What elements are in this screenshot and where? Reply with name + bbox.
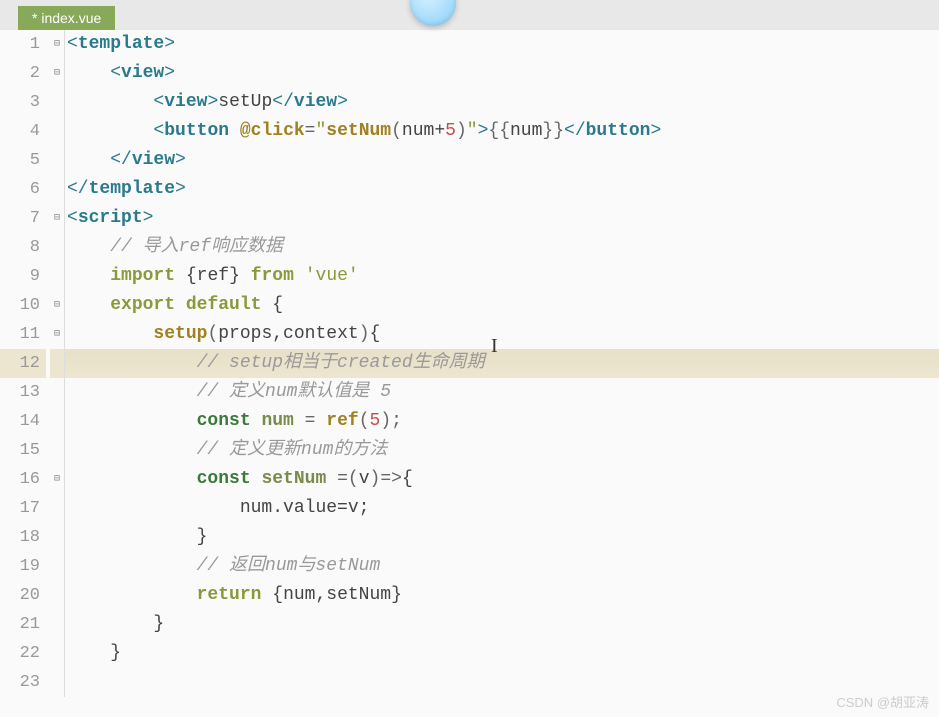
code-line: <view>setUp</view> bbox=[64, 88, 939, 117]
code-line: // 导入ref响应数据 bbox=[64, 233, 939, 262]
code-line: } bbox=[64, 610, 939, 639]
line-number: 20 bbox=[0, 581, 46, 610]
code-line: const num = ref(5); bbox=[64, 407, 939, 436]
line-number: 17 bbox=[0, 494, 46, 523]
fold-toggle-icon bbox=[50, 262, 64, 291]
code-line: const setNum =(v)=>{ bbox=[64, 465, 939, 494]
code-editor[interactable]: 1234567891011121314151617181920212223 ⊟⊟… bbox=[0, 30, 939, 717]
code-line: return {num,setNum} bbox=[64, 581, 939, 610]
code-area[interactable]: <template> <view> <view>setUp</view> <bu… bbox=[64, 30, 939, 717]
code-line: </view> bbox=[64, 146, 939, 175]
line-number: 21 bbox=[0, 610, 46, 639]
line-number: 19 bbox=[0, 552, 46, 581]
fold-toggle-icon bbox=[50, 552, 64, 581]
fold-toggle-icon bbox=[50, 117, 64, 146]
code-line: num.value=v; bbox=[64, 494, 939, 523]
code-line: // 定义num默认值是 5 bbox=[64, 378, 939, 407]
line-number: 8 bbox=[0, 233, 46, 262]
fold-toggle-icon bbox=[50, 88, 64, 117]
line-number: 13 bbox=[0, 378, 46, 407]
line-number: 10 bbox=[0, 291, 46, 320]
code-line: import {ref} from 'vue' bbox=[64, 262, 939, 291]
fold-toggle-icon[interactable]: ⊟ bbox=[50, 465, 64, 494]
fold-toggle-icon bbox=[50, 523, 64, 552]
line-number: 5 bbox=[0, 146, 46, 175]
fold-toggle-icon bbox=[50, 378, 64, 407]
fold-toggle-icon bbox=[50, 610, 64, 639]
fold-toggle-icon bbox=[50, 175, 64, 204]
line-number: 6 bbox=[0, 175, 46, 204]
fold-toggle-icon[interactable]: ⊟ bbox=[50, 320, 64, 349]
code-line: // 定义更新num的方法 bbox=[64, 436, 939, 465]
line-number: 12 bbox=[0, 349, 46, 378]
fold-column: ⊟⊟⊟⊟⊟⊟ bbox=[50, 30, 64, 717]
code-line: } bbox=[64, 523, 939, 552]
code-line: <button @click="setNum(num+5)">{{num}}</… bbox=[64, 117, 939, 146]
line-number: 23 bbox=[0, 668, 46, 697]
line-number: 4 bbox=[0, 117, 46, 146]
fold-toggle-icon bbox=[50, 668, 64, 697]
fold-toggle-icon bbox=[50, 436, 64, 465]
fold-toggle-icon[interactable]: ⊟ bbox=[50, 204, 64, 233]
fold-toggle-icon bbox=[50, 233, 64, 262]
code-line: <view> bbox=[64, 59, 939, 88]
code-line: <template> bbox=[64, 30, 939, 59]
fold-toggle-icon bbox=[50, 494, 64, 523]
file-tab[interactable]: * index.vue bbox=[18, 6, 115, 30]
tab-bar: * index.vue bbox=[0, 0, 939, 30]
line-number: 7 bbox=[0, 204, 46, 233]
line-number: 16 bbox=[0, 465, 46, 494]
code-line: setup(props,context){ bbox=[64, 320, 939, 349]
line-number: 11 bbox=[0, 320, 46, 349]
line-number: 1 bbox=[0, 30, 46, 59]
line-number: 18 bbox=[0, 523, 46, 552]
line-number: 3 bbox=[0, 88, 46, 117]
line-number: 15 bbox=[0, 436, 46, 465]
code-line: </template> bbox=[64, 175, 939, 204]
line-number: 14 bbox=[0, 407, 46, 436]
line-number: 9 bbox=[0, 262, 46, 291]
watermark: CSDN @胡亚涛 bbox=[836, 692, 929, 711]
fold-toggle-icon bbox=[50, 349, 64, 378]
line-number-gutter: 1234567891011121314151617181920212223 bbox=[0, 30, 50, 717]
line-number: 22 bbox=[0, 639, 46, 668]
fold-toggle-icon bbox=[50, 146, 64, 175]
fold-toggle-icon bbox=[50, 407, 64, 436]
fold-toggle-icon bbox=[50, 581, 64, 610]
code-line bbox=[64, 668, 939, 697]
code-line: // 返回num与setNum bbox=[64, 552, 939, 581]
fold-toggle-icon bbox=[50, 639, 64, 668]
code-line: export default { bbox=[64, 291, 939, 320]
fold-toggle-icon[interactable]: ⊟ bbox=[50, 59, 64, 88]
fold-toggle-icon[interactable]: ⊟ bbox=[50, 291, 64, 320]
code-line: <script> bbox=[64, 204, 939, 233]
code-line-active: // setup相当于created生命周期 bbox=[64, 349, 939, 378]
fold-toggle-icon[interactable]: ⊟ bbox=[50, 30, 64, 59]
code-line: } bbox=[64, 639, 939, 668]
line-number: 2 bbox=[0, 59, 46, 88]
